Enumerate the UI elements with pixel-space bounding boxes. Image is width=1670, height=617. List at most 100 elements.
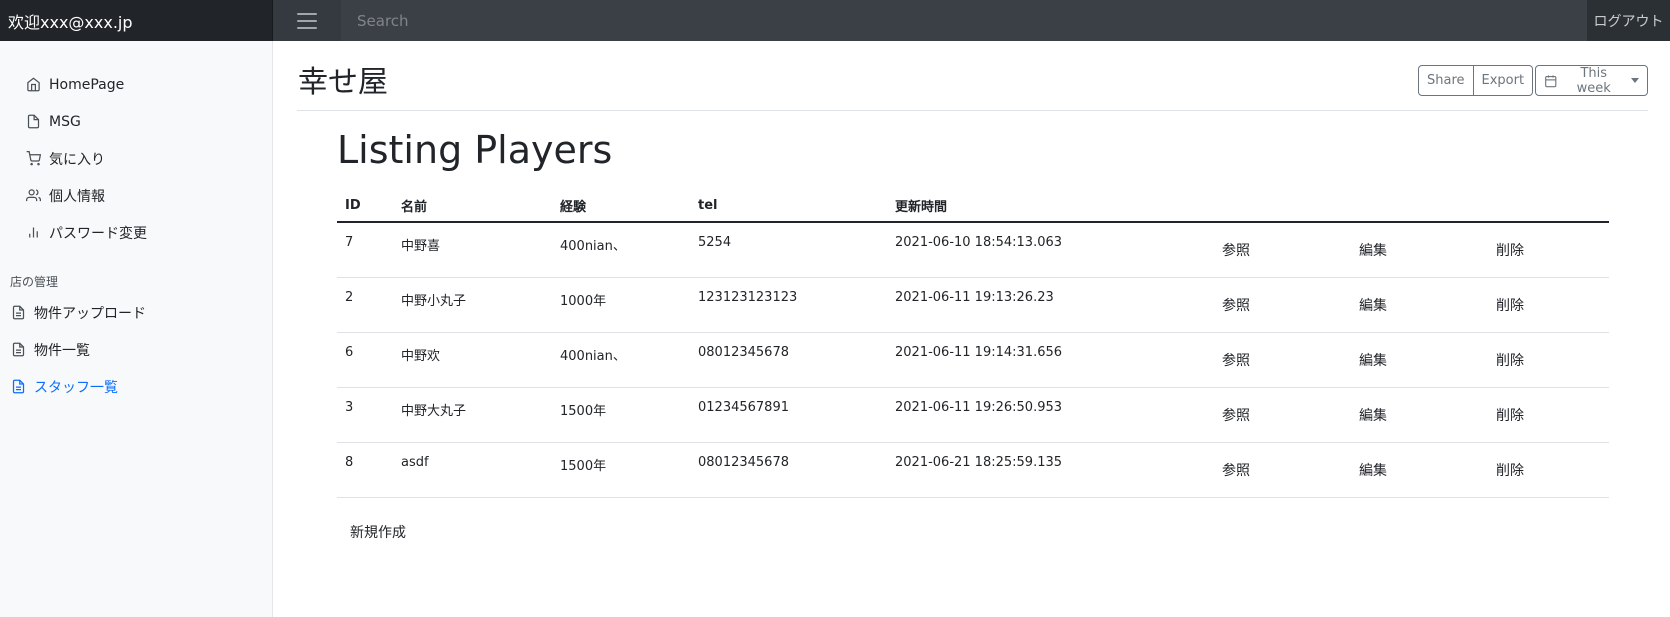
brand[interactable]: 欢迎xxx@xxx.jp (0, 0, 273, 41)
sidebar-item-label: スタッフ一覧 (34, 379, 118, 396)
view-link[interactable]: 参照 (1222, 408, 1250, 424)
sidebar-item-label: 物件アップロード (34, 305, 146, 322)
cell-experience: 1500年 (552, 442, 690, 498)
logout-link[interactable]: ログアウト (1587, 0, 1670, 41)
column-header-updated: 更新時間 (887, 189, 1214, 223)
edit-link[interactable]: 編集 (1359, 463, 1387, 479)
delete-link[interactable]: 削除 (1496, 353, 1524, 369)
table-header-row: ID 名前 経験 tel 更新時間 (337, 189, 1609, 223)
sidebar-item-label: MSG (49, 113, 81, 130)
file-text-icon (10, 379, 26, 395)
column-header-empty (1214, 189, 1351, 223)
cell-name: 中野喜 (393, 222, 552, 278)
column-header-tel: tel (690, 189, 887, 223)
column-header-experience: 経験 (552, 189, 690, 223)
file-icon (25, 114, 41, 130)
table-row: 8 asdf 1500年 08012345678 2021-06-21 18:2… (337, 442, 1609, 498)
main-content: 幸せ屋 Share Export This week Listing Playe… (297, 41, 1648, 617)
delete-link[interactable]: 削除 (1496, 463, 1524, 479)
export-button[interactable]: Export (1473, 65, 1534, 96)
view-link[interactable]: 参照 (1222, 243, 1250, 259)
cell-id: 3 (337, 387, 393, 443)
menu-toggle-button[interactable] (273, 0, 341, 41)
column-header-empty (1351, 189, 1488, 223)
sidebar: HomePage MSG 気に入り 個人情報 パスワード変更 店の管理 物件アッ… (0, 41, 273, 617)
delete-link[interactable]: 削除 (1496, 243, 1524, 259)
cell-tel: 5254 (690, 222, 887, 278)
sidebar-item-favorites[interactable]: 気に入り (0, 140, 272, 177)
column-header-id: ID (337, 189, 393, 223)
cell-experience: 400nian、 (552, 222, 690, 278)
edit-link[interactable]: 編集 (1359, 408, 1387, 424)
edit-link[interactable]: 編集 (1359, 353, 1387, 369)
cell-updated: 2021-06-11 19:14:31.656 (887, 332, 1214, 388)
cell-updated: 2021-06-10 18:54:13.063 (887, 222, 1214, 278)
calendar-icon (1545, 74, 1557, 87)
view-link[interactable]: 参照 (1222, 298, 1250, 314)
cell-experience: 1000年 (552, 277, 690, 333)
cell-id: 8 (337, 442, 393, 498)
this-week-label: This week (1576, 65, 1611, 96)
users-icon (25, 188, 41, 204)
sidebar-item-password[interactable]: パスワード変更 (0, 214, 272, 251)
sidebar-item-label: パスワード変更 (49, 225, 147, 242)
sidebar-item-msg[interactable]: MSG (0, 103, 272, 140)
sidebar-main-nav: HomePage MSG 気に入り 個人情報 パスワード変更 (0, 41, 272, 251)
this-week-dropdown[interactable]: This week (1535, 65, 1648, 96)
sidebar-item-label: 物件一覧 (34, 342, 90, 359)
cell-id: 7 (337, 222, 393, 278)
cell-id: 6 (337, 332, 393, 388)
sidebar-item-profile[interactable]: 個人情報 (0, 177, 272, 214)
cell-updated: 2021-06-11 19:13:26.23 (887, 277, 1214, 333)
table-row: 6 中野欢 400nian、 08012345678 2021-06-11 19… (337, 332, 1609, 388)
column-header-name: 名前 (393, 189, 552, 223)
cell-tel: 01234567891 (690, 387, 887, 443)
view-link[interactable]: 参照 (1222, 353, 1250, 369)
sidebar-item-label: 気に入り (49, 151, 105, 168)
sidebar-item-homepage[interactable]: HomePage (0, 66, 272, 103)
cell-experience: 1500年 (552, 387, 690, 443)
cell-updated: 2021-06-21 18:25:59.135 (887, 442, 1214, 498)
cell-name: asdf (393, 442, 552, 498)
delete-link[interactable]: 削除 (1496, 298, 1524, 314)
hamburger-icon (297, 12, 317, 29)
view-link[interactable]: 参照 (1222, 463, 1250, 479)
home-icon (25, 77, 41, 93)
cell-name: 中野欢 (393, 332, 552, 388)
edit-link[interactable]: 編集 (1359, 243, 1387, 259)
column-header-empty (1488, 189, 1609, 223)
listing-title: Listing Players (337, 128, 613, 172)
table-row: 2 中野小丸子 1000年 123123123123 2021-06-11 19… (337, 277, 1609, 333)
cell-tel: 08012345678 (690, 442, 887, 498)
sidebar-item-label: 個人情報 (49, 188, 105, 205)
bar-chart-icon (25, 225, 41, 241)
sidebar-item-staff-list[interactable]: スタッフ一覧 (0, 368, 272, 405)
cell-tel: 123123123123 (690, 277, 887, 333)
share-export-group: Share Export (1418, 65, 1534, 96)
edit-link[interactable]: 編集 (1359, 298, 1387, 314)
cell-tel: 08012345678 (690, 332, 887, 388)
delete-link[interactable]: 削除 (1496, 408, 1524, 424)
sidebar-sub-nav: 物件アップロード 物件一覧 スタッフ一覧 (0, 294, 272, 405)
table-row: 3 中野大丸子 1500年 01234567891 2021-06-11 19:… (337, 387, 1609, 443)
page-header: 幸せ屋 Share Export This week (297, 41, 1648, 111)
cell-name: 中野大丸子 (393, 387, 552, 443)
cell-name: 中野小丸子 (393, 277, 552, 333)
caret-down-icon (1631, 78, 1639, 83)
sidebar-section-heading: 店の管理 (10, 275, 59, 289)
top-navbar: 欢迎xxx@xxx.jp ログアウト (0, 0, 1670, 41)
cart-icon (25, 151, 41, 167)
create-new-link[interactable]: 新規作成 (350, 522, 406, 542)
file-text-icon (10, 305, 26, 321)
cell-id: 2 (337, 277, 393, 333)
search-input[interactable] (341, 0, 1587, 41)
share-button[interactable]: Share (1418, 65, 1474, 96)
table-row: 7 中野喜 400nian、 5254 2021-06-10 18:54:13.… (337, 222, 1609, 278)
cell-experience: 400nian、 (552, 332, 690, 388)
sidebar-item-label: HomePage (49, 76, 125, 93)
cell-updated: 2021-06-11 19:26:50.953 (887, 387, 1214, 443)
sidebar-item-property-upload[interactable]: 物件アップロード (0, 294, 272, 331)
sidebar-item-property-list[interactable]: 物件一覧 (0, 331, 272, 368)
players-table: ID 名前 経験 tel 更新時間 7 中野喜 400nian、 5254 20… (337, 189, 1609, 498)
page-title: 幸せ屋 (298, 65, 388, 100)
